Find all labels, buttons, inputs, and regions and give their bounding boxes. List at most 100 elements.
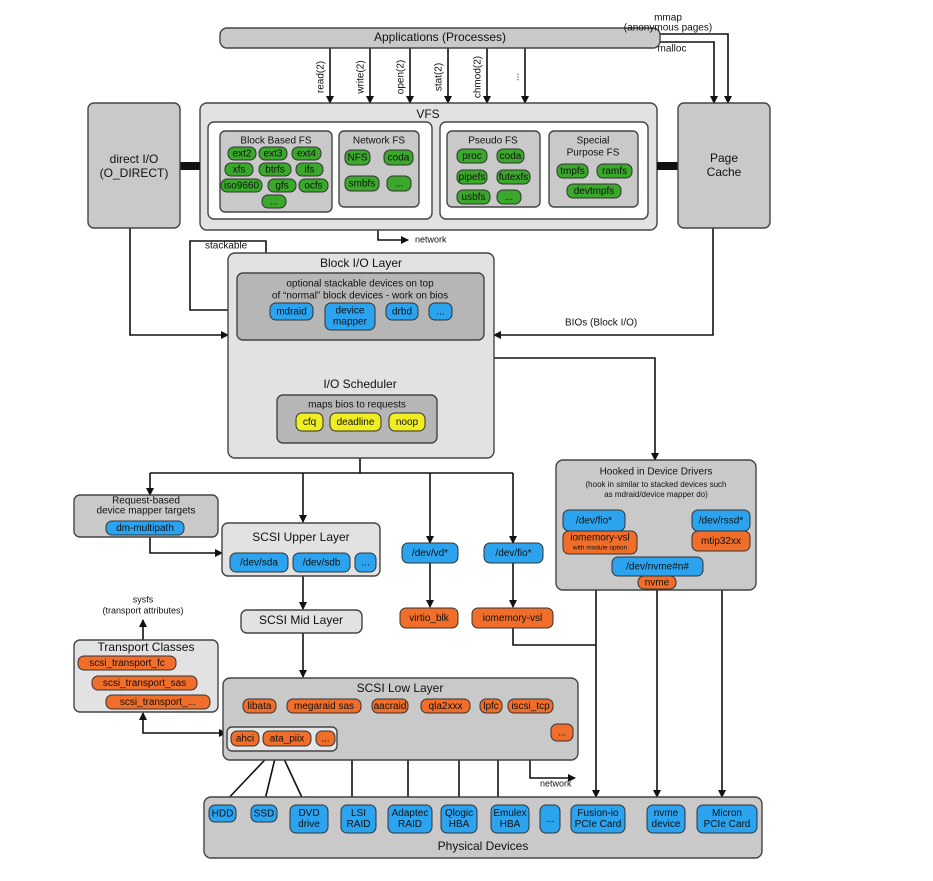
block-device-pill[interactable]: mdraid [269, 302, 314, 321]
fs-pill[interactable]: gfs [267, 178, 297, 193]
fs-pill[interactable]: ext4 [291, 146, 322, 161]
label: ... [361, 558, 369, 569]
label: ... [436, 307, 444, 318]
label: mapper [333, 317, 368, 328]
scsi-driver-pill[interactable]: megaraid sas [286, 698, 362, 714]
transport-title: Transport Classes [98, 640, 195, 654]
label: ext3 [264, 149, 283, 160]
scsi-device-pill[interactable]: /dev/sdb [292, 552, 351, 573]
label: ext4 [297, 149, 316, 160]
connector-bar [657, 162, 678, 170]
physical-device-pill[interactable]: nvmedevice [646, 804, 686, 834]
physical-device-pill[interactable]: QlogicHBA [440, 804, 478, 834]
fs-pill[interactable]: btrfs [258, 162, 292, 177]
rssd-dev-pill[interactable]: /dev/rssd* [691, 509, 751, 532]
transport-pill[interactable]: scsi_transport_sas [91, 675, 198, 691]
fs-pill[interactable]: ifs [295, 162, 324, 177]
scsi-driver-pill[interactable]: ... [550, 723, 574, 742]
fs-pill[interactable]: coda [496, 148, 525, 164]
special-fs-title: Purpose FS [567, 148, 620, 159]
fs-pill[interactable]: pipefs [456, 169, 488, 185]
physical-device-pill[interactable]: MicronPCIe Card [696, 804, 758, 834]
label: aacraid [374, 701, 407, 712]
block-device-pill[interactable]: drbd [385, 302, 419, 321]
label: xfs [233, 165, 246, 176]
fs-pill[interactable]: NFS [344, 149, 371, 166]
ata-driver-pill[interactable]: ... [315, 730, 336, 747]
physical-device-pill[interactable]: HDD [208, 804, 237, 823]
transport-pill[interactable]: scsi_transport_fc [77, 655, 177, 671]
stackable-desc: of “normal” block devices - work on bios [272, 291, 448, 302]
label: futexfs [499, 172, 528, 183]
dm-multipath-pill[interactable]: dm-multipath [105, 520, 185, 536]
mtip32xx-pill[interactable]: mtip32xx [691, 530, 751, 552]
fs-pill[interactable]: coda [383, 149, 414, 166]
physical-device-pill[interactable]: AdaptecRAID [387, 804, 433, 834]
fs-pill[interactable]: ... [261, 194, 287, 209]
fs-pill[interactable]: futexfs [496, 169, 531, 185]
bios-label: BIOs (Block I/O) [565, 318, 637, 329]
block-device-pill[interactable]: devicemapper [324, 302, 376, 331]
fs-pill[interactable]: ramfs [596, 163, 633, 179]
label: /dev/sda [240, 558, 278, 569]
scsi-driver-pill[interactable]: libata [242, 698, 277, 714]
virtio-blk-pill[interactable]: virtio_blk [399, 607, 459, 629]
fs-pill[interactable]: ext3 [258, 146, 288, 161]
label: ... [546, 814, 554, 825]
scsi-driver-pill[interactable]: lpfc [479, 698, 503, 714]
physical-device-pill[interactable]: LSIRAID [340, 804, 377, 834]
fs-pill[interactable]: ocfs [298, 178, 329, 193]
connector-arrow [377, 230, 409, 244]
fs-pill[interactable]: ... [386, 175, 412, 192]
label: ifs [305, 165, 315, 176]
scsi-device-pill[interactable]: /dev/sda [229, 552, 289, 573]
label: virtio_blk [409, 613, 449, 624]
physical-device-pill[interactable]: Fusion-ioPCIe Card [570, 804, 626, 834]
physical-device-pill[interactable]: ... [539, 804, 561, 834]
scheduler-pill[interactable]: noop [388, 412, 426, 432]
network-fs-title: Network FS [353, 136, 406, 147]
ata-driver-pill[interactable]: ahci [230, 730, 260, 747]
label: /dev/fio* [576, 516, 612, 527]
physical-device-pill[interactable]: SSD [250, 804, 278, 823]
scheduler-pill[interactable]: deadline [329, 412, 382, 432]
fs-pill[interactable]: iso9660 [220, 178, 263, 193]
physical-device-pill[interactable]: EmulexHBA [490, 804, 530, 834]
hooked-fio-dev-pill[interactable]: /dev/fio* [562, 509, 626, 532]
virtio-dev-pill[interactable]: /dev/vd* [401, 542, 459, 564]
mmap-label: (anonymous pages) [624, 23, 712, 34]
hooked-iomemory-vsl-pill[interactable]: iomemory-vslwith module option [562, 530, 638, 555]
label: Fusion-io [577, 808, 619, 819]
label: devtmpfs [574, 186, 615, 197]
syscall-label: read(2) [316, 61, 327, 93]
scsi-driver-pill[interactable]: aacraid [371, 698, 409, 714]
nvme-dev-pill[interactable]: /dev/nvme#n# [611, 556, 704, 577]
iomemory-vsl-pill[interactable]: iomemory-vsl [471, 607, 554, 629]
transport-pill[interactable]: scsi_transport_... [105, 694, 211, 710]
nvme-driver-pill[interactable]: nvme [637, 575, 677, 590]
scsi-device-pill[interactable]: ... [354, 552, 377, 573]
block-fs-title: Block Based FS [240, 136, 311, 147]
ata-driver-pill[interactable]: ata_piix [262, 730, 312, 747]
label: coda [388, 153, 410, 164]
label: DVD [298, 808, 319, 819]
fs-pill[interactable]: ext2 [227, 146, 257, 161]
scheduler-pill[interactable]: cfq [295, 412, 324, 432]
physical-device-pill[interactable]: DVDdrive [289, 804, 329, 834]
fs-pill[interactable]: xfs [224, 162, 254, 177]
fs-pill[interactable]: proc [456, 148, 488, 164]
label: lpfc [483, 701, 499, 712]
scsi-driver-pill[interactable]: qla2xxx [420, 698, 471, 714]
block-device-pill[interactable]: ... [428, 302, 453, 321]
fs-pill[interactable]: usbfs [456, 189, 491, 205]
fs-pill[interactable]: tmpfs [556, 163, 589, 179]
scsi-driver-pill[interactable]: iscsi_tcp [507, 698, 554, 714]
fio-dev-pill[interactable]: /dev/fio* [483, 542, 544, 564]
label: megaraid sas [294, 701, 354, 712]
fs-pill[interactable]: ... [496, 189, 522, 205]
label: PCIe Card [704, 819, 751, 830]
fs-pill[interactable]: devtmpfs [566, 183, 622, 199]
fs-pill[interactable]: smbfs [344, 175, 380, 192]
block-layer-title: Block I/O Layer [320, 256, 402, 270]
linux-storage-stack-diagram: Applications (Processes) read(2) write(2) o… [73, 13, 771, 859]
